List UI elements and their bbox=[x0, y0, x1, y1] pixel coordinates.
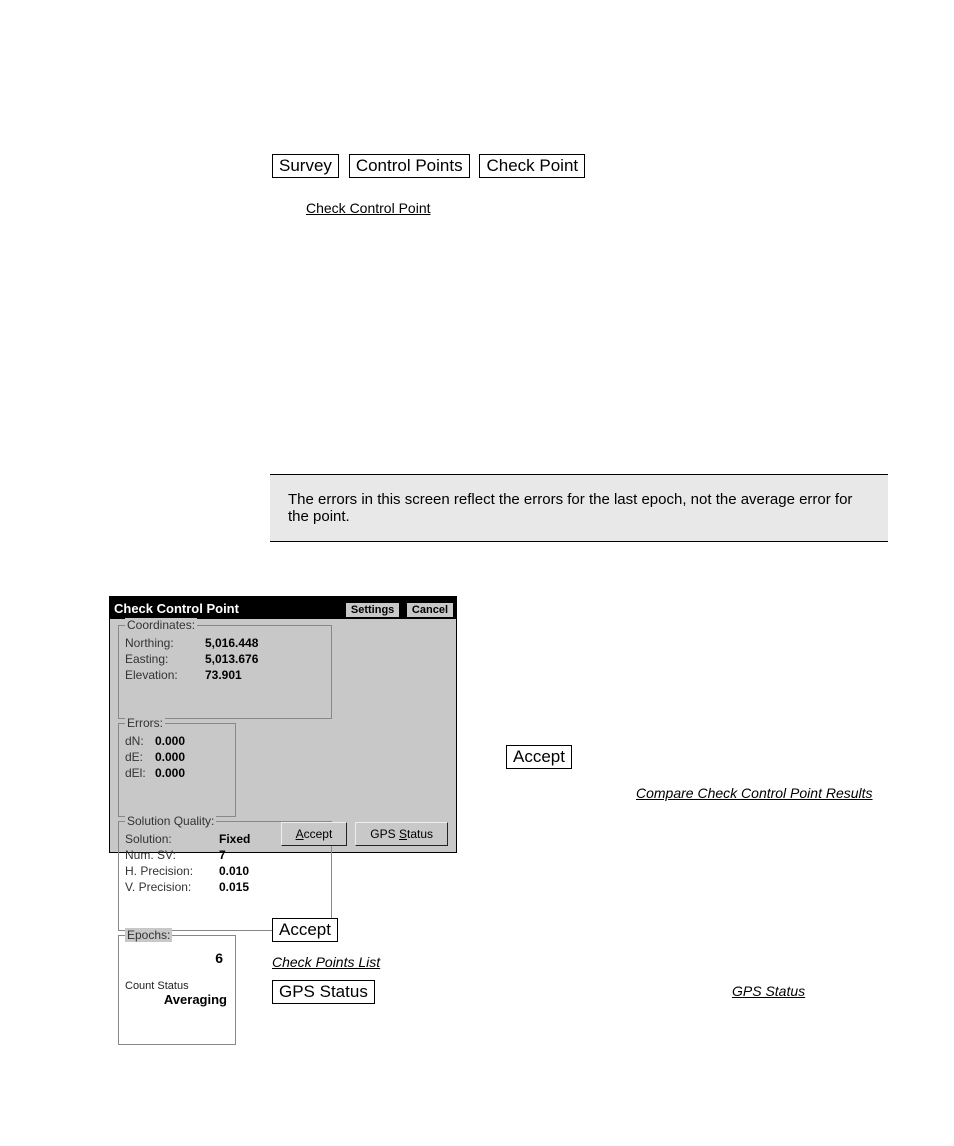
check-points-list-link[interactable]: Check Points List bbox=[272, 954, 380, 970]
de-value: 0.000 bbox=[155, 750, 185, 764]
gps-status-link[interactable]: GPS Status bbox=[732, 983, 805, 999]
dn-value: 0.000 bbox=[155, 734, 185, 748]
del-label: dEl: bbox=[125, 766, 155, 780]
control-points-button[interactable]: Control Points bbox=[349, 154, 470, 178]
epochs-legend: Epochs: bbox=[125, 928, 172, 942]
dialog-gps-status-button[interactable]: GPS Status bbox=[355, 822, 448, 846]
h-precision-value: 0.010 bbox=[219, 864, 249, 878]
de-label: dE: bbox=[125, 750, 155, 764]
check-point-button[interactable]: Check Point bbox=[479, 154, 585, 178]
num-sv-label: Num. SV: bbox=[125, 848, 219, 862]
count-status-label: Count Status bbox=[125, 980, 229, 992]
gps-status-button[interactable]: GPS Status bbox=[272, 980, 375, 1004]
coordinates-fieldset: Coordinates: Northing:5,016.448 Easting:… bbox=[118, 625, 332, 719]
count-status-value: Averaging bbox=[125, 992, 229, 1007]
errors-legend: Errors: bbox=[125, 716, 165, 730]
solution-value: Fixed bbox=[219, 832, 250, 846]
check-control-point-dialog: Check Control Point Settings Cancel Coor… bbox=[109, 596, 457, 853]
epochs-fieldset: Epochs: 6 Count Status Averaging bbox=[118, 935, 236, 1045]
del-value: 0.000 bbox=[155, 766, 185, 780]
survey-button[interactable]: Survey bbox=[272, 154, 339, 178]
accept-button[interactable]: Accept bbox=[272, 918, 338, 942]
accept-button-inline[interactable]: Accept bbox=[506, 745, 572, 769]
h-precision-label: H. Precision: bbox=[125, 864, 219, 878]
northing-label: Northing: bbox=[125, 636, 205, 650]
dialog-settings-button[interactable]: Settings bbox=[345, 602, 400, 618]
solution-quality-legend: Solution Quality: bbox=[125, 814, 216, 828]
dialog-title: Check Control Point bbox=[114, 601, 239, 616]
solution-label: Solution: bbox=[125, 832, 219, 846]
errors-fieldset: Errors: dN:0.000 dE:0.000 dEl:0.000 bbox=[118, 723, 236, 817]
dialog-titlebar: Check Control Point Settings Cancel bbox=[110, 597, 456, 619]
easting-value: 5,013.676 bbox=[205, 652, 258, 666]
dialog-cancel-button[interactable]: Cancel bbox=[406, 602, 454, 618]
compare-check-control-point-results-link[interactable]: Compare Check Control Point Results bbox=[636, 785, 873, 801]
northing-value: 5,016.448 bbox=[205, 636, 258, 650]
num-sv-value: 7 bbox=[219, 848, 226, 862]
v-precision-label: V. Precision: bbox=[125, 880, 219, 894]
v-precision-value: 0.015 bbox=[219, 880, 249, 894]
elevation-label: Elevation: bbox=[125, 668, 205, 682]
easting-label: Easting: bbox=[125, 652, 205, 666]
check-control-point-link[interactable]: Check Control Point bbox=[306, 200, 431, 216]
coordinates-legend: Coordinates: bbox=[125, 618, 197, 632]
dn-label: dN: bbox=[125, 734, 155, 748]
note-text: The errors in this screen reflect the er… bbox=[288, 491, 852, 525]
elevation-value: 73.901 bbox=[205, 668, 242, 682]
dialog-accept-button[interactable]: Accept bbox=[281, 822, 348, 846]
epochs-value: 6 bbox=[125, 950, 229, 966]
note-box: The errors in this screen reflect the er… bbox=[270, 474, 888, 542]
